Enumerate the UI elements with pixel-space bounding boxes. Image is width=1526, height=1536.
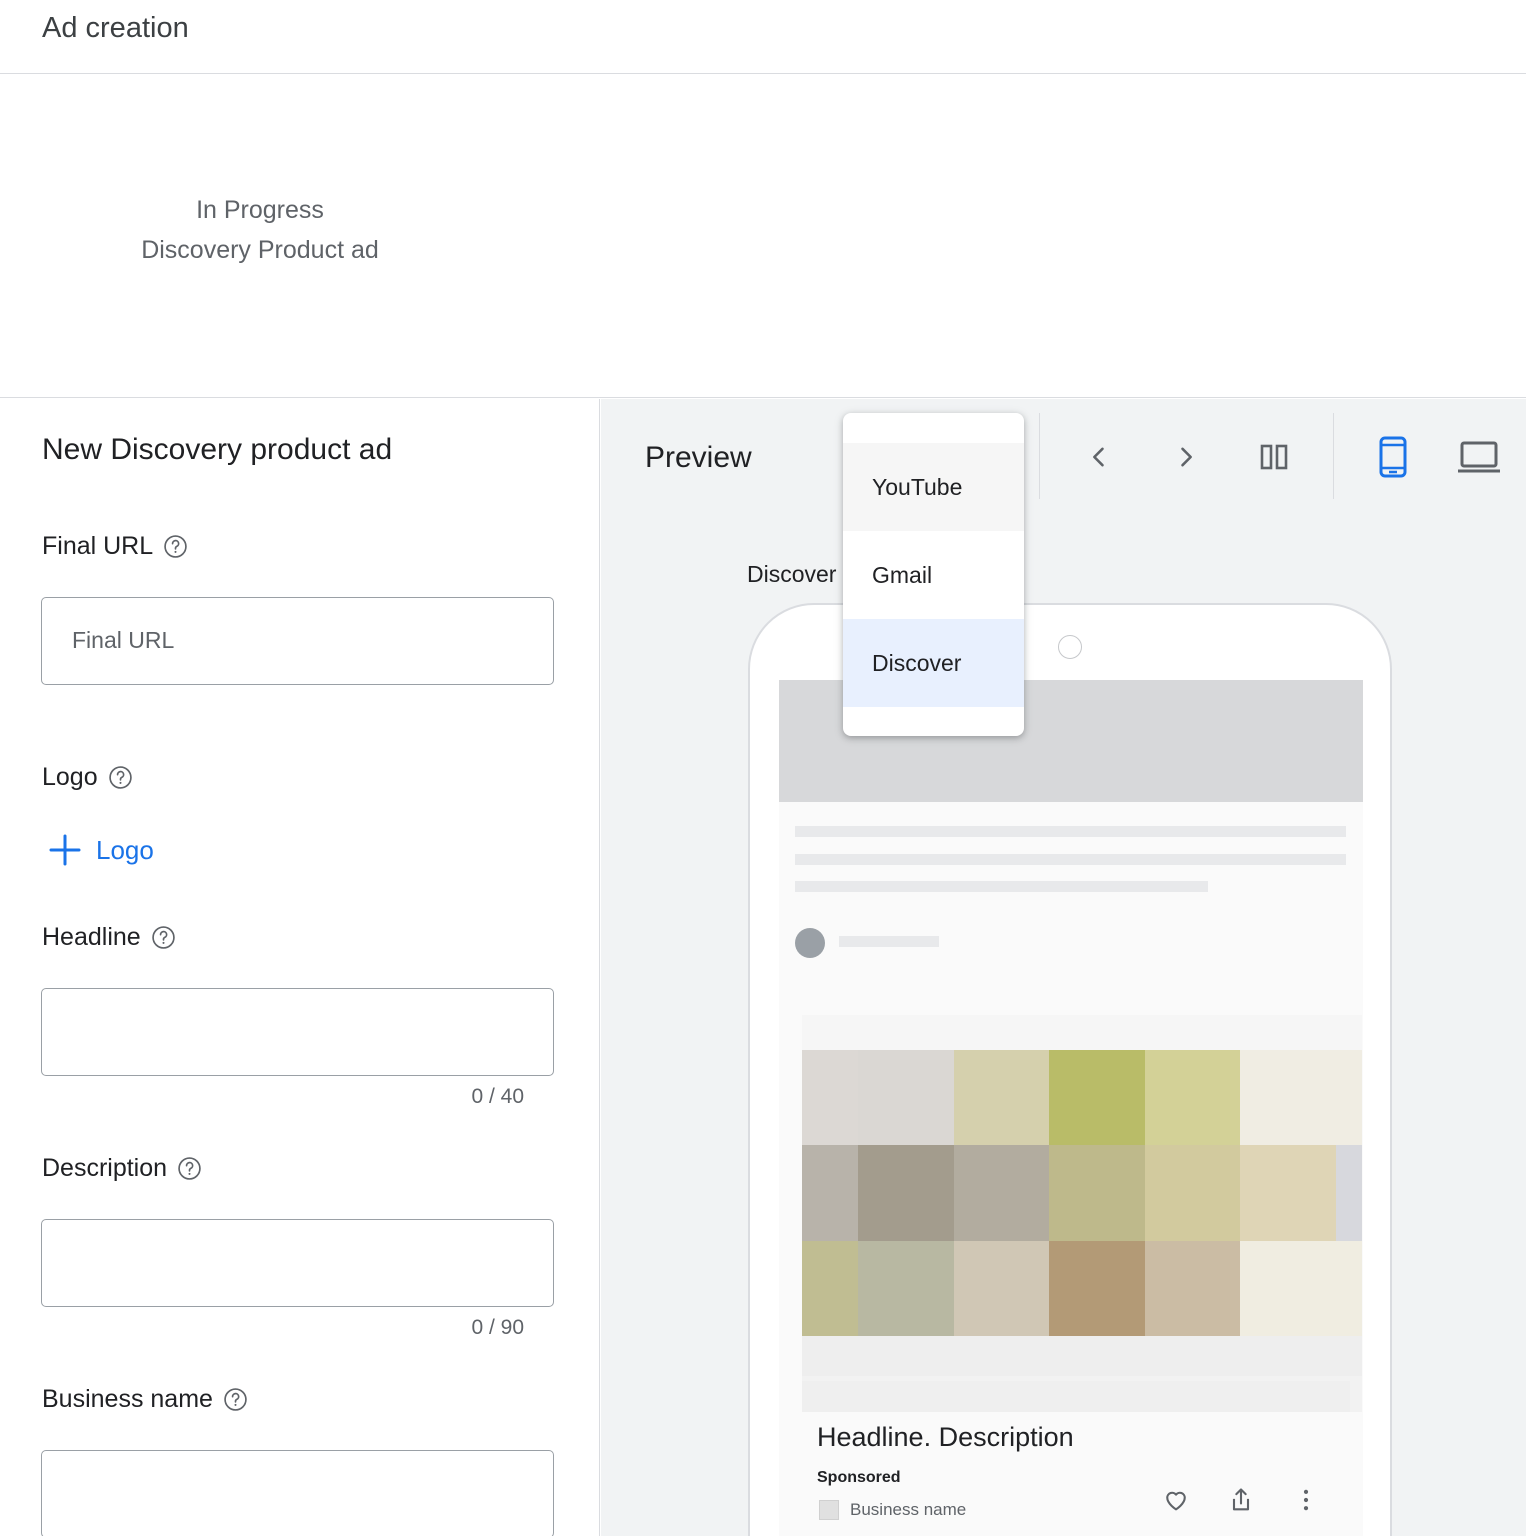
- ad-sponsored-label: Sponsored: [817, 1469, 901, 1486]
- chevron-right-icon[interactable]: [1164, 435, 1208, 479]
- platform-dropdown-menu: YouTube Gmail Discover: [843, 413, 1024, 736]
- ad-product-image: [802, 1015, 1362, 1412]
- view-columns-icon[interactable]: [1252, 435, 1296, 479]
- toolbar-divider: [1039, 413, 1040, 499]
- placeholder-name-line: [839, 936, 939, 947]
- ad-business-name: Business name: [850, 1500, 967, 1519]
- platform-option-youtube[interactable]: YouTube: [843, 443, 1024, 531]
- progress-area: In Progress Discovery Product ad: [0, 75, 1526, 398]
- help-icon[interactable]: [223, 1387, 248, 1412]
- final-url-label-text: Final URL: [42, 532, 154, 560]
- business-name-label-text: Business name: [42, 1385, 213, 1413]
- progress-status: In Progress: [196, 196, 324, 224]
- business-name-label: Business name: [42, 1385, 248, 1414]
- logo-label: Logo: [42, 763, 133, 792]
- final-url-input[interactable]: Final URL: [41, 597, 554, 685]
- ad-form-panel: New Discovery product ad Final URL Final…: [0, 399, 600, 1536]
- share-icon[interactable]: [1224, 1483, 1258, 1517]
- help-icon[interactable]: [163, 534, 188, 559]
- phone-mockup: Headline. Description Sponsored Business…: [748, 603, 1392, 1536]
- help-icon[interactable]: [108, 765, 133, 790]
- progress-ad-type: Discovery Product ad: [141, 236, 379, 264]
- page-title: Ad creation: [42, 12, 189, 44]
- phone-camera: [1058, 635, 1082, 659]
- top-bar: Ad creation: [0, 0, 1526, 74]
- laptop-icon[interactable]: [1457, 435, 1501, 479]
- description-label: Description: [42, 1154, 202, 1183]
- final-url-placeholder: Final URL: [72, 627, 175, 653]
- platform-option-gmail[interactable]: Gmail: [843, 531, 1024, 619]
- description-input[interactable]: [41, 1219, 554, 1307]
- platform-label[interactable]: Discover: [747, 561, 836, 588]
- headline-label-text: Headline: [42, 923, 141, 951]
- description-label-text: Description: [42, 1154, 168, 1182]
- description-counter: 0 / 90: [471, 1316, 524, 1339]
- platform-option-discover[interactable]: Discover: [843, 619, 1024, 707]
- help-icon[interactable]: [151, 925, 176, 950]
- headline-counter: 0 / 40: [471, 1085, 524, 1108]
- help-icon[interactable]: [177, 1156, 202, 1181]
- placeholder-line: [795, 826, 1346, 837]
- business-logo-icon: [819, 1500, 839, 1520]
- phone-screen: Headline. Description Sponsored Business…: [779, 680, 1363, 1536]
- headline-input[interactable]: [41, 988, 554, 1076]
- more-vert-icon[interactable]: [1289, 1483, 1323, 1517]
- plus-icon: [49, 834, 81, 866]
- form-title: New Discovery product ad: [42, 433, 393, 466]
- headline-label: Headline: [42, 923, 176, 952]
- add-logo-label: Logo: [96, 834, 154, 865]
- placeholder-avatar: [795, 928, 825, 958]
- final-url-label: Final URL: [42, 532, 188, 561]
- preview-panel: Preview Discover Headline. Description S…: [601, 399, 1526, 1536]
- logo-label-text: Logo: [42, 763, 98, 791]
- heart-icon[interactable]: [1159, 1483, 1193, 1517]
- add-logo-button[interactable]: Logo: [48, 833, 154, 867]
- placeholder-line: [795, 881, 1208, 892]
- preview-title: Preview: [645, 441, 752, 474]
- placeholder-line: [795, 854, 1346, 865]
- chevron-left-icon[interactable]: [1077, 435, 1121, 479]
- ad-headline: Headline. Description: [817, 1422, 1074, 1452]
- toolbar-divider: [1333, 413, 1334, 499]
- business-name-input[interactable]: [41, 1450, 554, 1536]
- phone-icon[interactable]: [1371, 435, 1415, 479]
